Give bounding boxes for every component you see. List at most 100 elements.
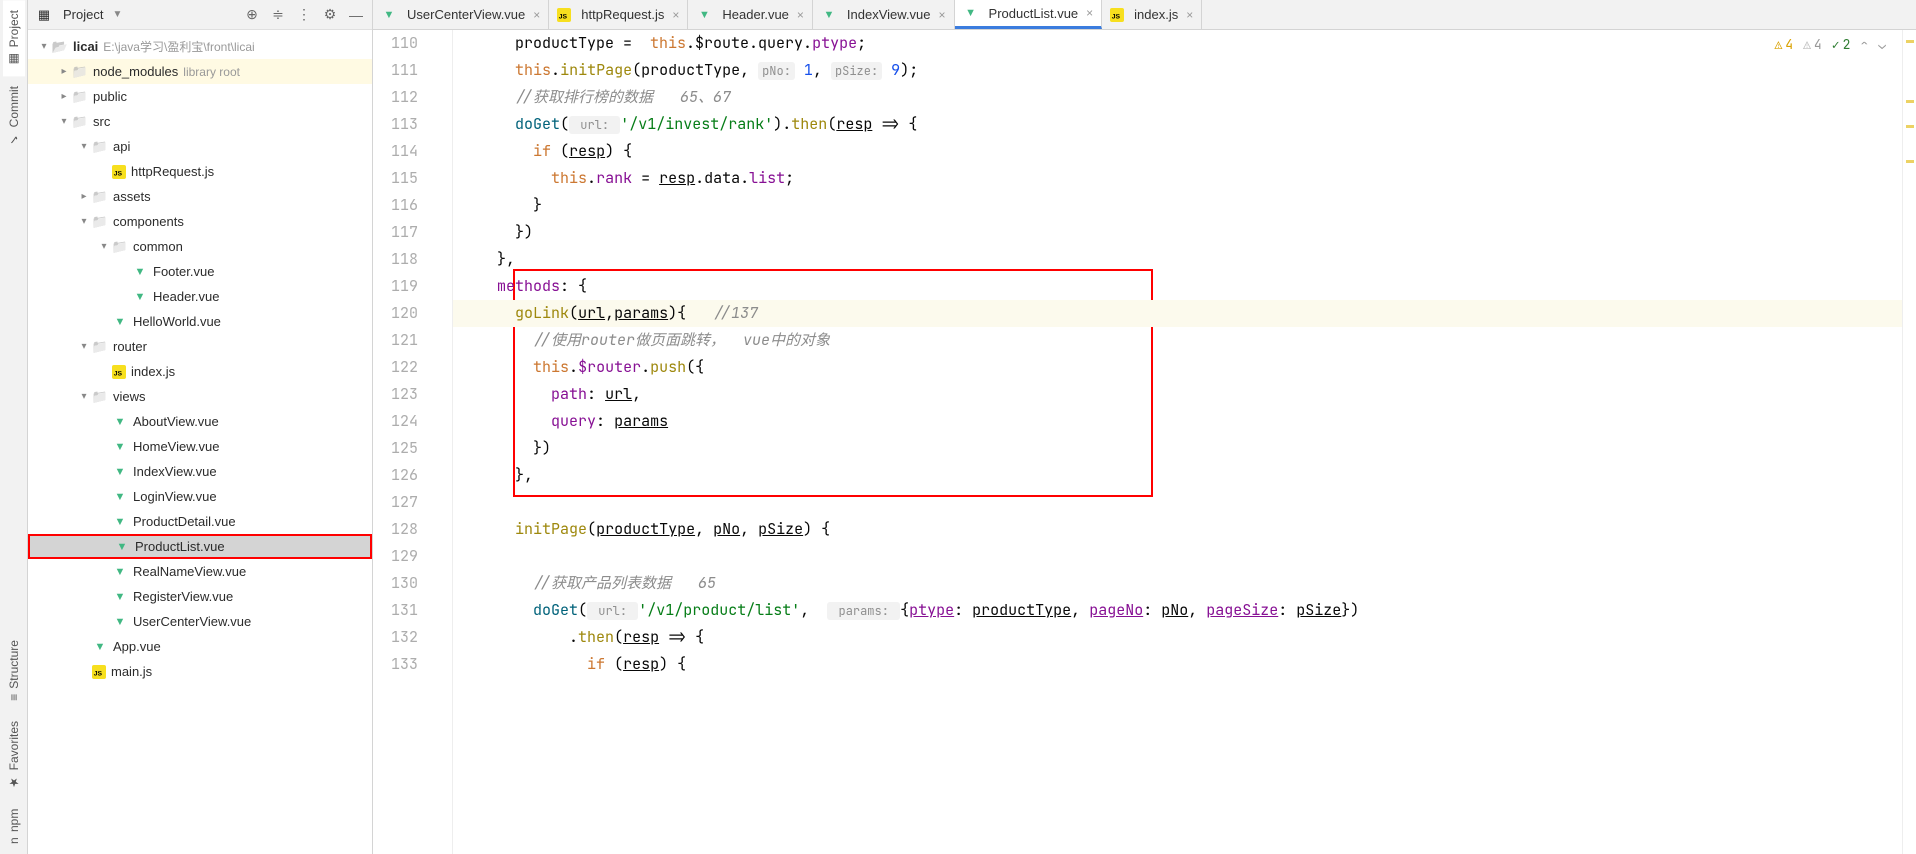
tree-root[interactable]: ▾ licai E:\java学习\盈利宝\front\licai <box>28 34 372 59</box>
tab-header-vue[interactable]: Header.vue× <box>688 0 813 29</box>
tree-item-login[interactable]: LoginView.vue <box>28 484 372 509</box>
tree-item-assets[interactable]: ▸ assets <box>28 184 372 209</box>
tree-item-home[interactable]: HomeView.vue <box>28 434 372 459</box>
project-tree[interactable]: ▾ licai E:\java学习\盈利宝\front\licai ▸ node… <box>28 30 372 854</box>
tab-usercenterview-vue[interactable]: UserCenterView.vue× <box>373 0 549 29</box>
chevron-right-icon[interactable]: ▸ <box>76 191 92 202</box>
collapse-icon[interactable]: ⋮ <box>296 7 312 23</box>
tree-item-components[interactable]: ▾ components <box>28 209 372 234</box>
expand-up-icon[interactable]: ⌃ <box>1860 36 1868 53</box>
code-line[interactable]: } <box>453 192 1902 219</box>
tree-item-header[interactable]: Header.vue <box>28 284 372 309</box>
tree-item-mainjs[interactable]: main.js <box>28 659 372 684</box>
code-line[interactable]: query: params <box>453 408 1902 435</box>
line-number[interactable]: 128 <box>373 516 440 543</box>
code-line[interactable]: methods: { <box>453 273 1902 300</box>
chevron-down-icon[interactable]: ▾ <box>76 141 92 152</box>
code-line[interactable] <box>453 489 1902 516</box>
code-line[interactable]: .then(resp => { <box>453 624 1902 651</box>
tree-item-router[interactable]: ▾ router <box>28 334 372 359</box>
code-line[interactable] <box>453 543 1902 570</box>
tree-item-realname[interactable]: RealNameView.vue <box>28 559 372 584</box>
expand-icon[interactable]: ≑ <box>270 7 286 23</box>
code-line[interactable]: //获取产品列表数据 65 <box>453 570 1902 597</box>
tree-item-src[interactable]: ▾ src <box>28 109 372 134</box>
line-number[interactable]: 123 <box>373 381 440 408</box>
code-line[interactable]: }) <box>453 435 1902 462</box>
tab-productlist-vue[interactable]: ProductList.vue× <box>955 0 1103 29</box>
code-body[interactable]: productType = this.$route.query.ptype; t… <box>453 30 1902 854</box>
code-line[interactable]: //获取排行榜的数据 65、67 <box>453 84 1902 111</box>
error-stripe[interactable] <box>1902 30 1916 854</box>
tool-tab-favorites[interactable]: ★Favorites <box>3 711 25 799</box>
tree-item-helloworld[interactable]: HelloWorld.vue <box>28 309 372 334</box>
tree-item-about[interactable]: AboutView.vue <box>28 409 372 434</box>
chevron-down-icon[interactable]: ▾ <box>36 41 52 52</box>
line-number[interactable]: 130 <box>373 570 440 597</box>
tree-item-app[interactable]: App.vue <box>28 634 372 659</box>
line-number[interactable]: 114 <box>373 138 440 165</box>
line-number[interactable]: 127 <box>373 489 440 516</box>
tree-item-indexview[interactable]: IndexView.vue <box>28 459 372 484</box>
line-number[interactable]: 113 <box>373 111 440 138</box>
tree-item-register[interactable]: RegisterView.vue <box>28 584 372 609</box>
tree-item-httprequest[interactable]: httpRequest.js <box>28 159 372 184</box>
tree-item-productdetail[interactable]: ProductDetail.vue <box>28 509 372 534</box>
locate-icon[interactable]: ⊕ <box>244 7 260 23</box>
line-number[interactable]: 120 <box>373 300 440 327</box>
code-line[interactable]: if (resp) { <box>453 138 1902 165</box>
code-line[interactable]: initPage(productType, pNo, pSize) { <box>453 516 1902 543</box>
code-line[interactable]: this.$router.push({ <box>453 354 1902 381</box>
close-icon[interactable]: × <box>672 8 679 22</box>
tree-item-usercenter[interactable]: UserCenterView.vue <box>28 609 372 634</box>
code-line[interactable]: }) <box>453 219 1902 246</box>
line-number[interactable]: 115 <box>373 165 440 192</box>
tool-tab-project[interactable]: ▦Project <box>3 0 25 76</box>
code-line[interactable]: doGet( url: '/v1/invest/rank').then(resp… <box>453 111 1902 138</box>
chevron-down-icon[interactable]: ▾ <box>56 116 72 127</box>
chevron-right-icon[interactable]: ▸ <box>56 91 72 102</box>
chevron-down-icon[interactable]: ▾ <box>76 341 92 352</box>
tree-item-common[interactable]: ▾ common <box>28 234 372 259</box>
gear-icon[interactable]: ⚙ <box>322 7 338 23</box>
tree-item-public[interactable]: ▸ public <box>28 84 372 109</box>
line-number[interactable]: 129 <box>373 543 440 570</box>
tree-item-api[interactable]: ▾ api <box>28 134 372 159</box>
code-line[interactable]: //使用router做页面跳转， vue中的对象 <box>453 327 1902 354</box>
code-line[interactable]: }, <box>453 246 1902 273</box>
code-line[interactable]: }, <box>453 462 1902 489</box>
line-number[interactable]: 112 <box>373 84 440 111</box>
tree-item-views[interactable]: ▾ views <box>28 384 372 409</box>
tree-item-node-modules[interactable]: ▸ node_modules library root <box>28 59 372 84</box>
chevron-down-icon[interactable]: ▼ <box>112 9 122 20</box>
code-line[interactable]: path: url, <box>453 381 1902 408</box>
tab-httprequest-js[interactable]: httpRequest.js× <box>549 0 688 29</box>
line-number[interactable]: 122 <box>373 354 440 381</box>
expand-down-icon[interactable]: ⌄ <box>1878 36 1886 53</box>
weak-warning-badge[interactable]: ⚠ 4 <box>1803 36 1822 53</box>
tool-tab-npm[interactable]: nnpm <box>3 799 25 854</box>
close-icon[interactable]: × <box>1186 8 1193 22</box>
inspection-badges[interactable]: ⚠ 4 ⚠ 4 ✓ 2 ⌃ ⌄ <box>1774 36 1886 53</box>
line-number[interactable]: 121 <box>373 327 440 354</box>
close-icon[interactable]: × <box>939 8 946 22</box>
hide-icon[interactable]: — <box>348 7 364 23</box>
line-number[interactable]: 132 <box>373 624 440 651</box>
line-number[interactable]: 124 <box>373 408 440 435</box>
close-icon[interactable]: × <box>533 8 540 22</box>
chevron-down-icon[interactable]: ▾ <box>76 216 92 227</box>
line-number[interactable]: 131 <box>373 597 440 624</box>
chevron-down-icon[interactable]: ▾ <box>96 241 112 252</box>
code-line[interactable]: productType = this.$route.query.ptype; <box>453 30 1902 57</box>
code-line[interactable]: this.rank = resp.data.list; <box>453 165 1902 192</box>
line-number[interactable]: 118 <box>373 246 440 273</box>
line-number[interactable]: 116 <box>373 192 440 219</box>
line-number[interactable]: 111 <box>373 57 440 84</box>
chevron-down-icon[interactable]: ▾ <box>76 391 92 402</box>
line-number[interactable]: 133 <box>373 651 440 678</box>
tree-item-productlist[interactable]: ProductList.vue <box>28 534 372 559</box>
chevron-right-icon[interactable]: ▸ <box>56 66 72 77</box>
gutter[interactable]: 1101111121131141151161171181191201211221… <box>373 30 453 854</box>
tab-indexview-vue[interactable]: IndexView.vue× <box>813 0 955 29</box>
line-number[interactable]: 126 <box>373 462 440 489</box>
